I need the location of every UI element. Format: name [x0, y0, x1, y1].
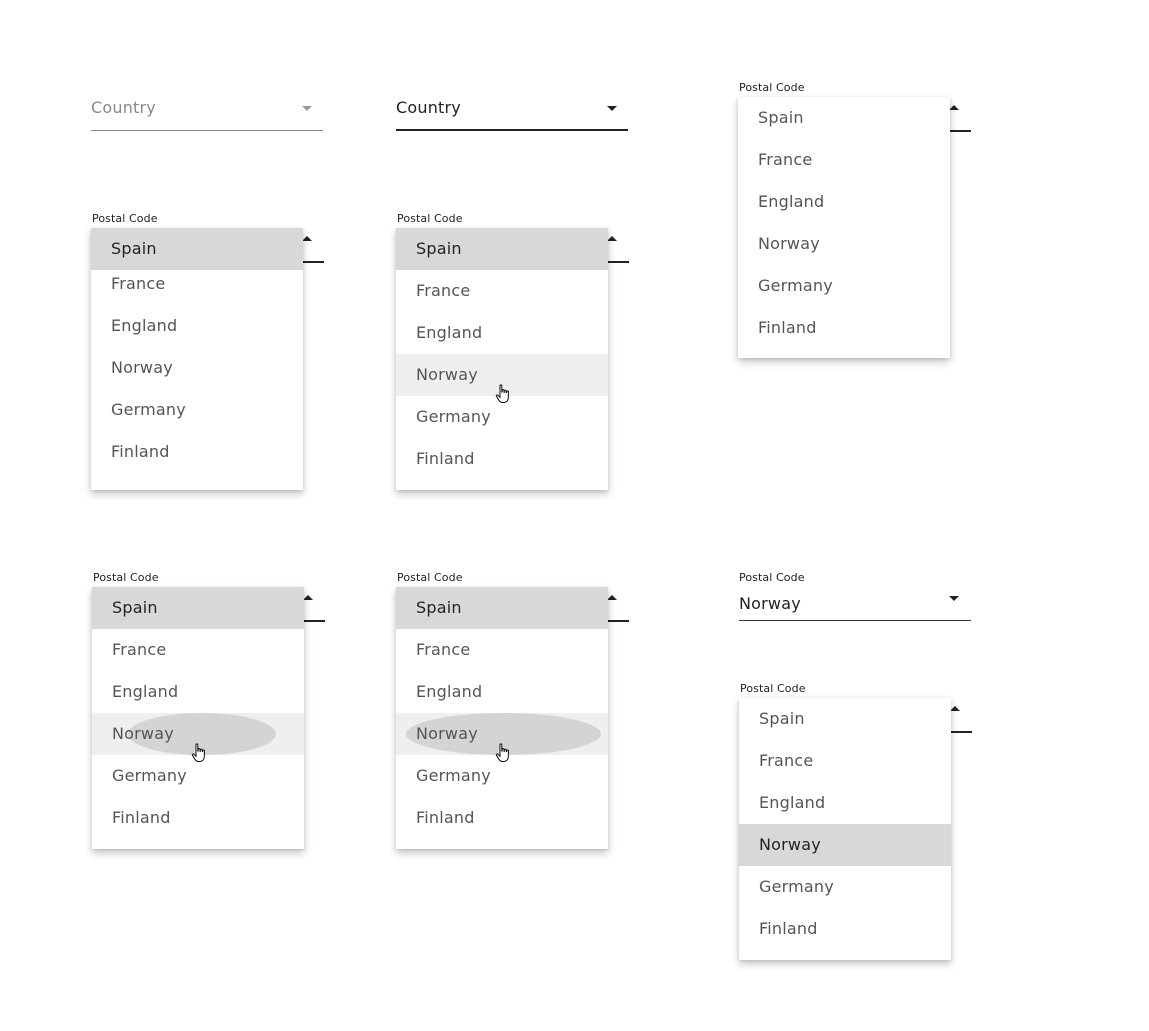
menu-item-england[interactable]: England [739, 782, 951, 824]
menu-item-spain[interactable]: Spain [739, 698, 951, 740]
menu-item-norway[interactable]: Norway [739, 824, 951, 866]
menu-item-france[interactable]: France [92, 629, 304, 671]
menu-item-england[interactable]: England [738, 181, 950, 223]
menu-item-finland[interactable]: Finland [738, 307, 950, 349]
postal-code-label: Postal Code [739, 571, 805, 584]
dropdown-menu: Spain France England Norway Germany Finl… [739, 698, 951, 960]
postal-code-label: Postal Code [740, 682, 806, 695]
dropdown-menu: Spain France England Norway Germany Finl… [396, 228, 608, 490]
menu-item-finland[interactable]: Finland [739, 908, 951, 950]
field-underline [396, 129, 628, 131]
country-select-hover[interactable]: Country [396, 92, 628, 132]
field-underline [949, 130, 971, 132]
dropdown-menu: Spain France England Norway Germany Finl… [396, 587, 608, 849]
menu-item-finland[interactable]: Finland [396, 797, 608, 839]
menu-item-spain[interactable]: Spain [92, 587, 304, 629]
caret-down-icon [302, 106, 312, 111]
postal-select-filled[interactable]: Postal Code Norway [739, 570, 971, 622]
dropdown-menu: Spain France England Norway Germany Finl… [92, 587, 304, 849]
caret-up-icon [607, 236, 617, 241]
hand-cursor-icon [495, 384, 509, 403]
country-placeholder: Country [91, 98, 156, 117]
menu-item-france[interactable]: France [396, 270, 608, 312]
field-underline [950, 731, 972, 733]
menu-item-france[interactable]: France [396, 629, 608, 671]
caret-up-icon [949, 105, 959, 110]
field-underline [303, 620, 325, 622]
menu-item-england[interactable]: England [396, 671, 608, 713]
menu-item-france[interactable]: France [739, 740, 951, 782]
postal-code-label: Postal Code [93, 571, 159, 584]
menu-item-spain[interactable]: Spain [91, 228, 303, 270]
hand-cursor-icon [495, 743, 509, 762]
menu-item-norway[interactable]: Norway [738, 223, 950, 265]
menu-item-spain[interactable]: Spain [396, 587, 608, 629]
hand-cursor-icon [191, 743, 205, 762]
menu-item-england[interactable]: England [396, 312, 608, 354]
menu-item-france[interactable]: France [738, 139, 950, 181]
field-underline [91, 130, 323, 131]
selected-value: Norway [739, 594, 801, 613]
field-underline [739, 620, 971, 621]
menu-item-spain[interactable]: Spain [396, 228, 608, 270]
menu-item-spain[interactable]: Spain [738, 97, 950, 139]
postal-code-label: Postal Code [397, 212, 463, 225]
dropdown-menu: France England Norway Germany Finland Sp… [91, 228, 303, 490]
field-underline [302, 261, 324, 263]
postal-code-label: Postal Code [397, 571, 463, 584]
menu-item-finland[interactable]: Finland [92, 797, 304, 839]
menu-item-england[interactable]: England [92, 671, 304, 713]
field-underline [607, 620, 629, 622]
country-placeholder: Country [396, 98, 461, 117]
dropdown-menu: Spain France England Norway Germany Finl… [738, 97, 950, 358]
menu-item-germany[interactable]: Germany [738, 265, 950, 307]
field-underline [607, 261, 629, 263]
menu-item-germany[interactable]: Germany [739, 866, 951, 908]
menu-item-norway[interactable]: Norway [91, 347, 303, 389]
menu-item-england[interactable]: England [91, 305, 303, 347]
caret-up-icon [950, 706, 960, 711]
postal-code-label: Postal Code [739, 81, 805, 94]
menu-item-finland[interactable]: Finland [396, 438, 608, 480]
caret-down-icon [607, 106, 617, 111]
caret-up-icon [303, 595, 313, 600]
country-select-default[interactable]: Country [91, 92, 323, 132]
caret-up-icon [607, 595, 617, 600]
caret-down-icon [949, 596, 959, 601]
caret-up-icon [302, 236, 312, 241]
postal-code-label: Postal Code [92, 212, 158, 225]
menu-item-finland[interactable]: Finland [91, 431, 303, 473]
menu-item-germany[interactable]: Germany [91, 389, 303, 431]
